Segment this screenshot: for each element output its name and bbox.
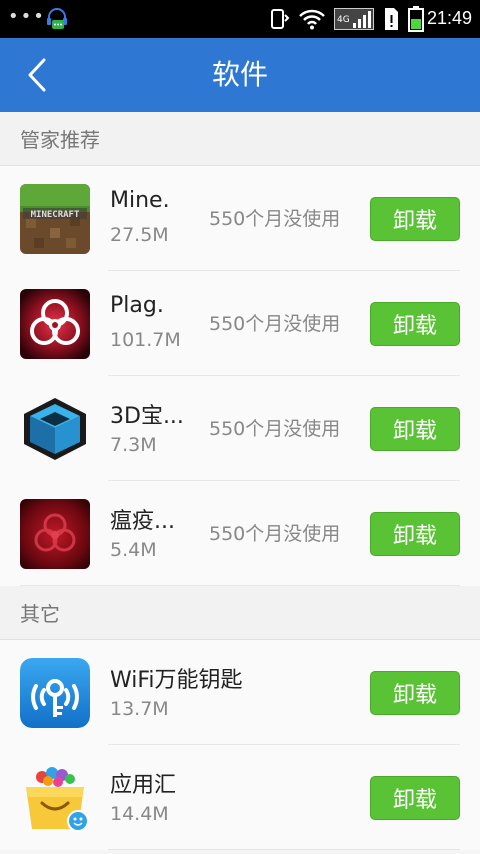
wifi-icon [299,9,325,30]
signal-indicator: 4G [334,8,374,30]
sim-alert-icon [385,8,398,30]
clock: 21:49 [426,8,472,28]
page-title: 软件 [211,58,268,91]
app-last-used: 550个月没使用 [209,418,341,440]
headset-chat-icon [47,8,67,29]
list-item: WiFi万能钥匙 13.7M 卸载 [0,640,480,745]
section-header-recommended: 管家推荐 [0,112,480,166]
minecraft-icon: MINECRAFT [20,184,90,254]
uninstall-button[interactable]: 卸载 [370,197,460,241]
uninstall-button[interactable]: 卸载 [370,407,460,451]
signal-icon [353,11,371,28]
cube-icon [20,394,90,464]
uninstall-button[interactable]: 卸载 [370,302,460,346]
other-list: WiFi万能钥匙 13.7M 卸载 应用汇 14.4M 卸载 [0,640,480,850]
wifi-key-icon [20,658,90,728]
battery-icon [408,6,424,32]
app-size: 13.7M [110,698,169,720]
appchina-icon [20,763,90,833]
overflow-dots-icon: ••• [8,6,46,27]
svg-text:MINECRAFT: MINECRAFT [31,210,80,220]
app-name: WiFi万能钥匙 [110,668,243,693]
app-size: 27.5M [110,224,169,246]
app-name: Mine. [110,188,170,213]
list-item: 瘟疫... 5.4M 550个月没使用 卸载 [0,481,480,586]
network-label: 4G [337,15,350,25]
app-name: 3D宝... [110,404,184,429]
app-name: 瘟疫... [110,509,175,534]
app-size: 14.4M [110,803,169,825]
vibrate-icon [271,9,290,29]
uninstall-button[interactable]: 卸载 [370,776,460,820]
list-item: 3D宝... 7.3M 550个月没使用 卸载 [0,376,480,481]
app-last-used: 550个月没使用 [209,523,341,545]
biohazard-dark-icon [20,499,90,569]
title-bar: 软件 [0,38,480,112]
app-list: 管家推荐 MINECRAFT Mine. 27.5M 550个月没使用 卸载 P… [0,112,480,850]
status-bar: ••• 4G 21:49 [0,0,480,38]
app-size: 101.7M [110,329,181,351]
app-name: 应用汇 [110,773,177,798]
app-size: 5.4M [110,539,157,561]
recommended-list: MINECRAFT Mine. 27.5M 550个月没使用 卸载 Plag. … [0,166,480,586]
app-size: 7.3M [110,434,157,456]
app-name: Plag. [110,293,164,318]
uninstall-button[interactable]: 卸载 [370,671,460,715]
app-last-used: 550个月没使用 [209,208,341,230]
biohazard-icon [20,289,90,359]
uninstall-button[interactable]: 卸载 [370,512,460,556]
list-item: MINECRAFT Mine. 27.5M 550个月没使用 卸载 [0,166,480,271]
section-header-other: 其它 [0,586,480,640]
list-item: Plag. 101.7M 550个月没使用 卸载 [0,271,480,376]
list-item: 应用汇 14.4M 卸载 [0,745,480,850]
app-last-used: 550个月没使用 [209,313,341,335]
